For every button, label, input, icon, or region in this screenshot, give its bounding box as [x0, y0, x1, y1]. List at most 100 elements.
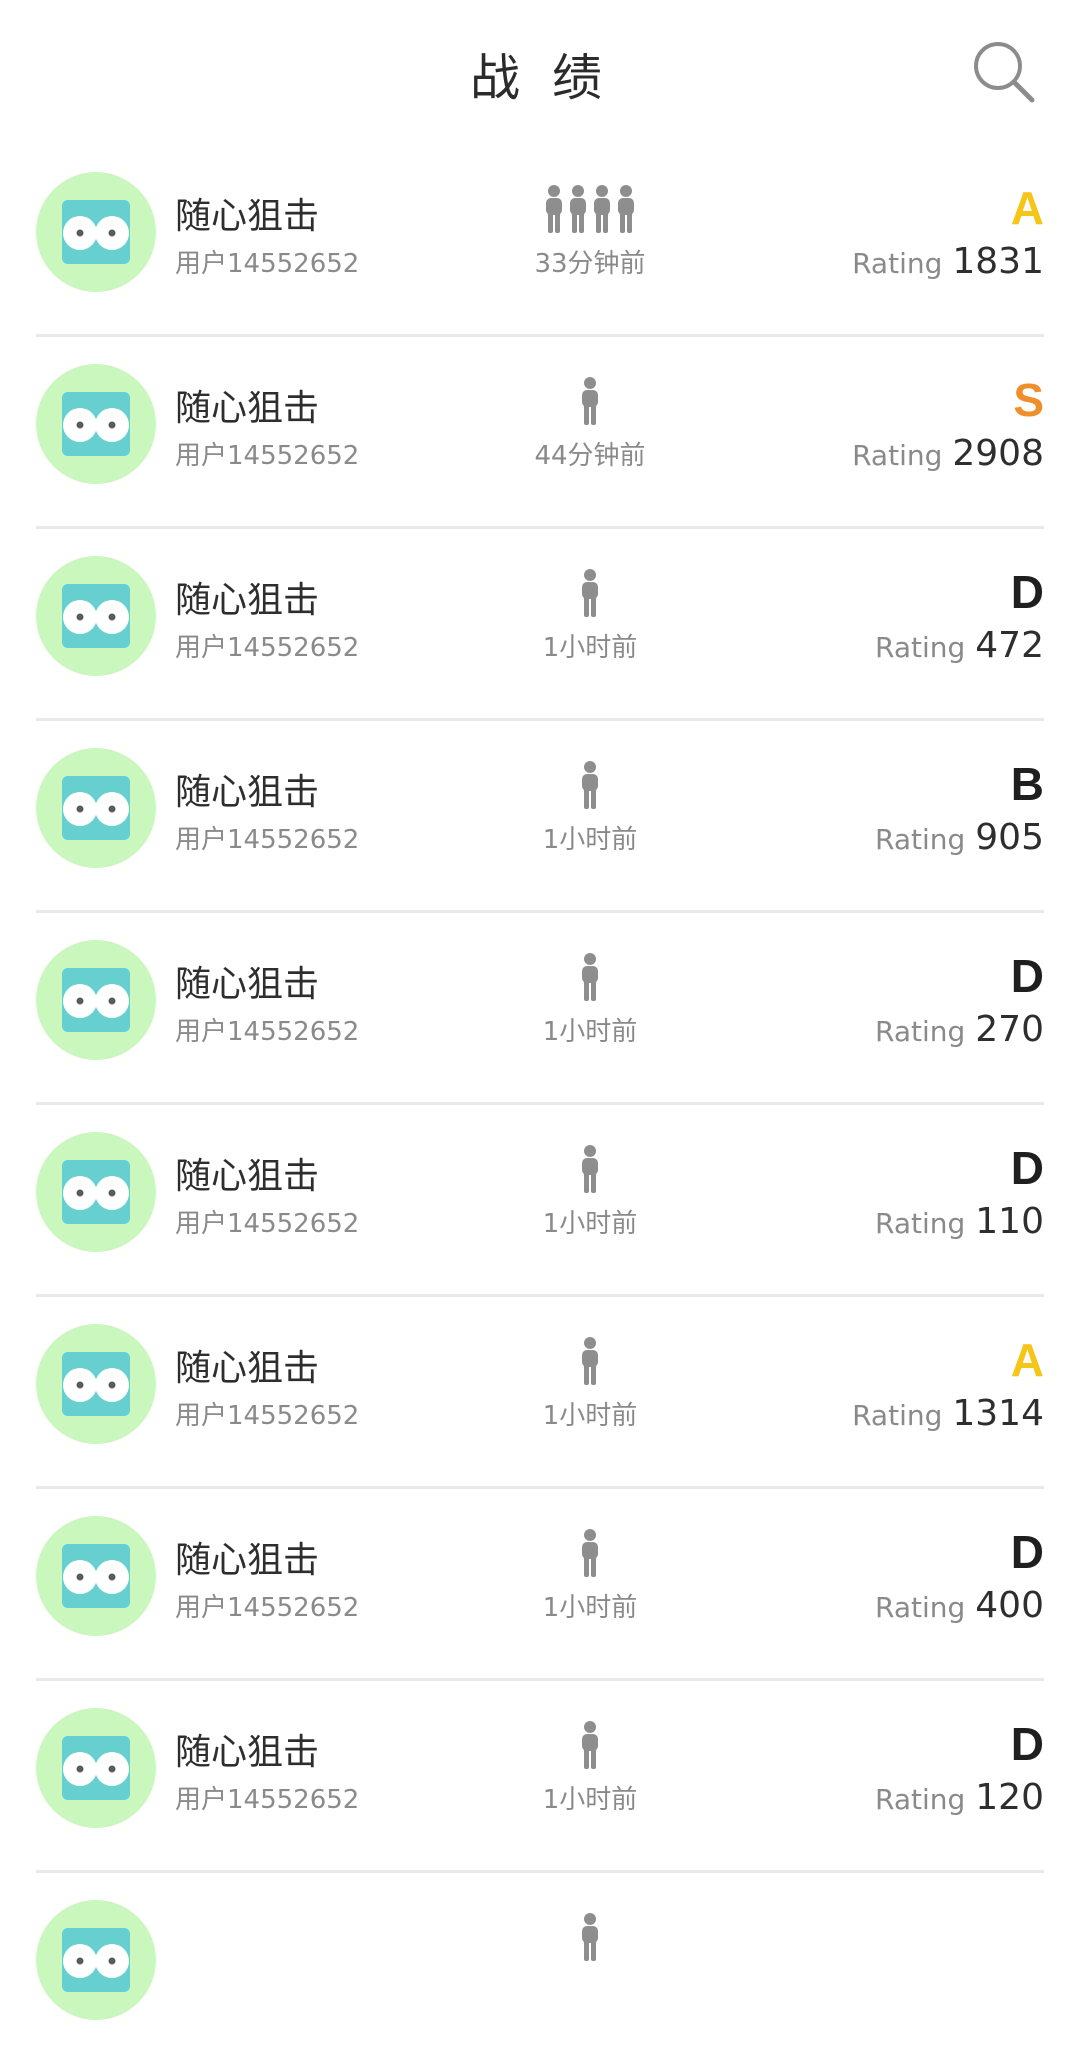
player-count — [470, 953, 710, 1003]
avatar[interactable] — [36, 1324, 156, 1444]
rating-label: Rating — [875, 1207, 966, 1240]
avatar[interactable] — [36, 1516, 156, 1636]
user-id: 用户14552652 — [175, 1401, 360, 1431]
rating-label: Rating — [875, 823, 966, 856]
match-time: 33分钟前 — [534, 249, 646, 279]
match-time: 1小时前 — [542, 1209, 638, 1239]
grade-badge: A — [1010, 1334, 1044, 1386]
search-icon[interactable] — [970, 38, 1040, 108]
person-icon — [544, 185, 564, 233]
match-row[interactable]: 随心狙击 用户14552652 1小时前 D Rating 270 — [0, 913, 1080, 1105]
person-icon — [568, 185, 588, 233]
mode-name: 随心狙击 — [175, 1732, 320, 1773]
avatar[interactable] — [36, 940, 156, 1060]
match-time: 1小时前 — [542, 633, 638, 663]
rating: Rating 120 — [875, 1777, 1044, 1818]
match-time: 1小时前 — [542, 1785, 638, 1815]
user-id: 用户14552652 — [175, 249, 360, 279]
grade-badge: A — [1010, 182, 1044, 234]
match-time: 1小时前 — [542, 1401, 638, 1431]
rating: Rating 1831 — [852, 241, 1044, 282]
person-icon — [580, 1529, 600, 1577]
rating-value: 110 — [975, 1201, 1044, 1242]
player-count — [470, 1721, 710, 1771]
avatar[interactable] — [36, 556, 156, 676]
avatar[interactable] — [36, 1708, 156, 1828]
player-count — [470, 185, 710, 235]
rating-label: Rating — [875, 1591, 966, 1624]
rating-label: Rating — [875, 631, 966, 664]
person-icon — [580, 569, 600, 617]
page-title: 战 绩 — [470, 49, 610, 107]
match-row[interactable]: 随心狙击 用户14552652 1小时前 D Rating 120 — [0, 1681, 1080, 1873]
person-icon — [580, 1145, 600, 1193]
player-count — [470, 1913, 710, 1963]
grade-badge: D — [1010, 1718, 1044, 1770]
rating: Rating 905 — [875, 817, 1044, 858]
avatar[interactable] — [36, 1900, 156, 2020]
rating-label: Rating — [875, 1015, 966, 1048]
person-icon — [580, 953, 600, 1001]
user-id: 用户14552652 — [175, 441, 360, 471]
rating-value: 270 — [975, 1009, 1044, 1050]
person-icon — [580, 1337, 600, 1385]
user-id: 用户14552652 — [175, 1209, 360, 1239]
player-count — [470, 569, 710, 619]
grade-badge: D — [1010, 566, 1044, 618]
match-list: 随心狙击 用户14552652 33分钟前 A Rating 1831 随心狙击 … — [0, 145, 1080, 2065]
rating-value: 400 — [975, 1585, 1044, 1626]
match-row[interactable]: 随心狙击 用户14552652 1小时前 D Rating 110 — [0, 1105, 1080, 1297]
avatar[interactable] — [36, 748, 156, 868]
user-id: 用户14552652 — [175, 1017, 360, 1047]
match-row[interactable]: 随心狙击 用户14552652 1小时前 B Rating 905 — [0, 721, 1080, 913]
rating-value: 120 — [975, 1777, 1044, 1818]
person-icon — [580, 1913, 600, 1961]
rating-value: 2908 — [952, 433, 1044, 474]
user-id: 用户14552652 — [175, 633, 360, 663]
mode-name: 随心狙击 — [175, 388, 320, 429]
user-id: 用户14552652 — [175, 825, 360, 855]
rating-label: Rating — [852, 1399, 943, 1432]
rating-value: 472 — [975, 625, 1044, 666]
player-count — [470, 1145, 710, 1195]
rating-label: Rating — [875, 1783, 966, 1816]
avatar[interactable] — [36, 364, 156, 484]
rating: Rating 270 — [875, 1009, 1044, 1050]
rating: Rating 400 — [875, 1585, 1044, 1626]
rating: Rating 1314 — [852, 1393, 1044, 1434]
avatar[interactable] — [36, 172, 156, 292]
match-row[interactable]: 随心狙击 用户14552652 1小时前 A Rating 1314 — [0, 1297, 1080, 1489]
user-id: 用户14552652 — [175, 1593, 360, 1623]
grade-badge: D — [1010, 1142, 1044, 1194]
mode-name: 随心狙击 — [175, 1156, 320, 1197]
match-row[interactable]: 随心狙击 用户14552652 44分钟前 S Rating 2908 — [0, 337, 1080, 529]
rating: Rating 110 — [875, 1201, 1044, 1242]
user-id: 用户14552652 — [175, 1785, 360, 1815]
match-row[interactable]: 随心狙击 用户14552652 1小时前 D Rating 400 — [0, 1489, 1080, 1681]
rating-value: 1314 — [952, 1393, 1044, 1434]
player-count — [470, 1337, 710, 1387]
mode-name: 随心狙击 — [175, 964, 320, 1005]
header-bar: 战 绩 — [0, 0, 1080, 145]
mode-name: 随心狙击 — [175, 1348, 320, 1389]
rating-value: 1831 — [952, 241, 1044, 282]
mode-name: 随心狙击 — [175, 772, 320, 813]
match-time: 44分钟前 — [534, 441, 646, 471]
grade-badge: D — [1010, 950, 1044, 1002]
grade-badge: B — [1010, 758, 1044, 810]
person-icon — [580, 377, 600, 425]
match-row-partial[interactable] — [0, 1873, 1080, 2065]
match-time: 1小时前 — [542, 825, 638, 855]
person-icon — [592, 185, 612, 233]
mode-name: 随心狙击 — [175, 580, 320, 621]
mode-name: 随心狙击 — [175, 1540, 320, 1581]
match-row[interactable]: 随心狙击 用户14552652 33分钟前 A Rating 1831 — [0, 145, 1080, 337]
avatar[interactable] — [36, 1132, 156, 1252]
person-icon — [616, 185, 636, 233]
rating-label: Rating — [852, 247, 943, 280]
rating-value: 905 — [975, 817, 1044, 858]
match-row[interactable]: 随心狙击 用户14552652 1小时前 D Rating 472 — [0, 529, 1080, 721]
person-icon — [580, 1721, 600, 1769]
rating-label: Rating — [852, 439, 943, 472]
match-time: 1小时前 — [542, 1593, 638, 1623]
